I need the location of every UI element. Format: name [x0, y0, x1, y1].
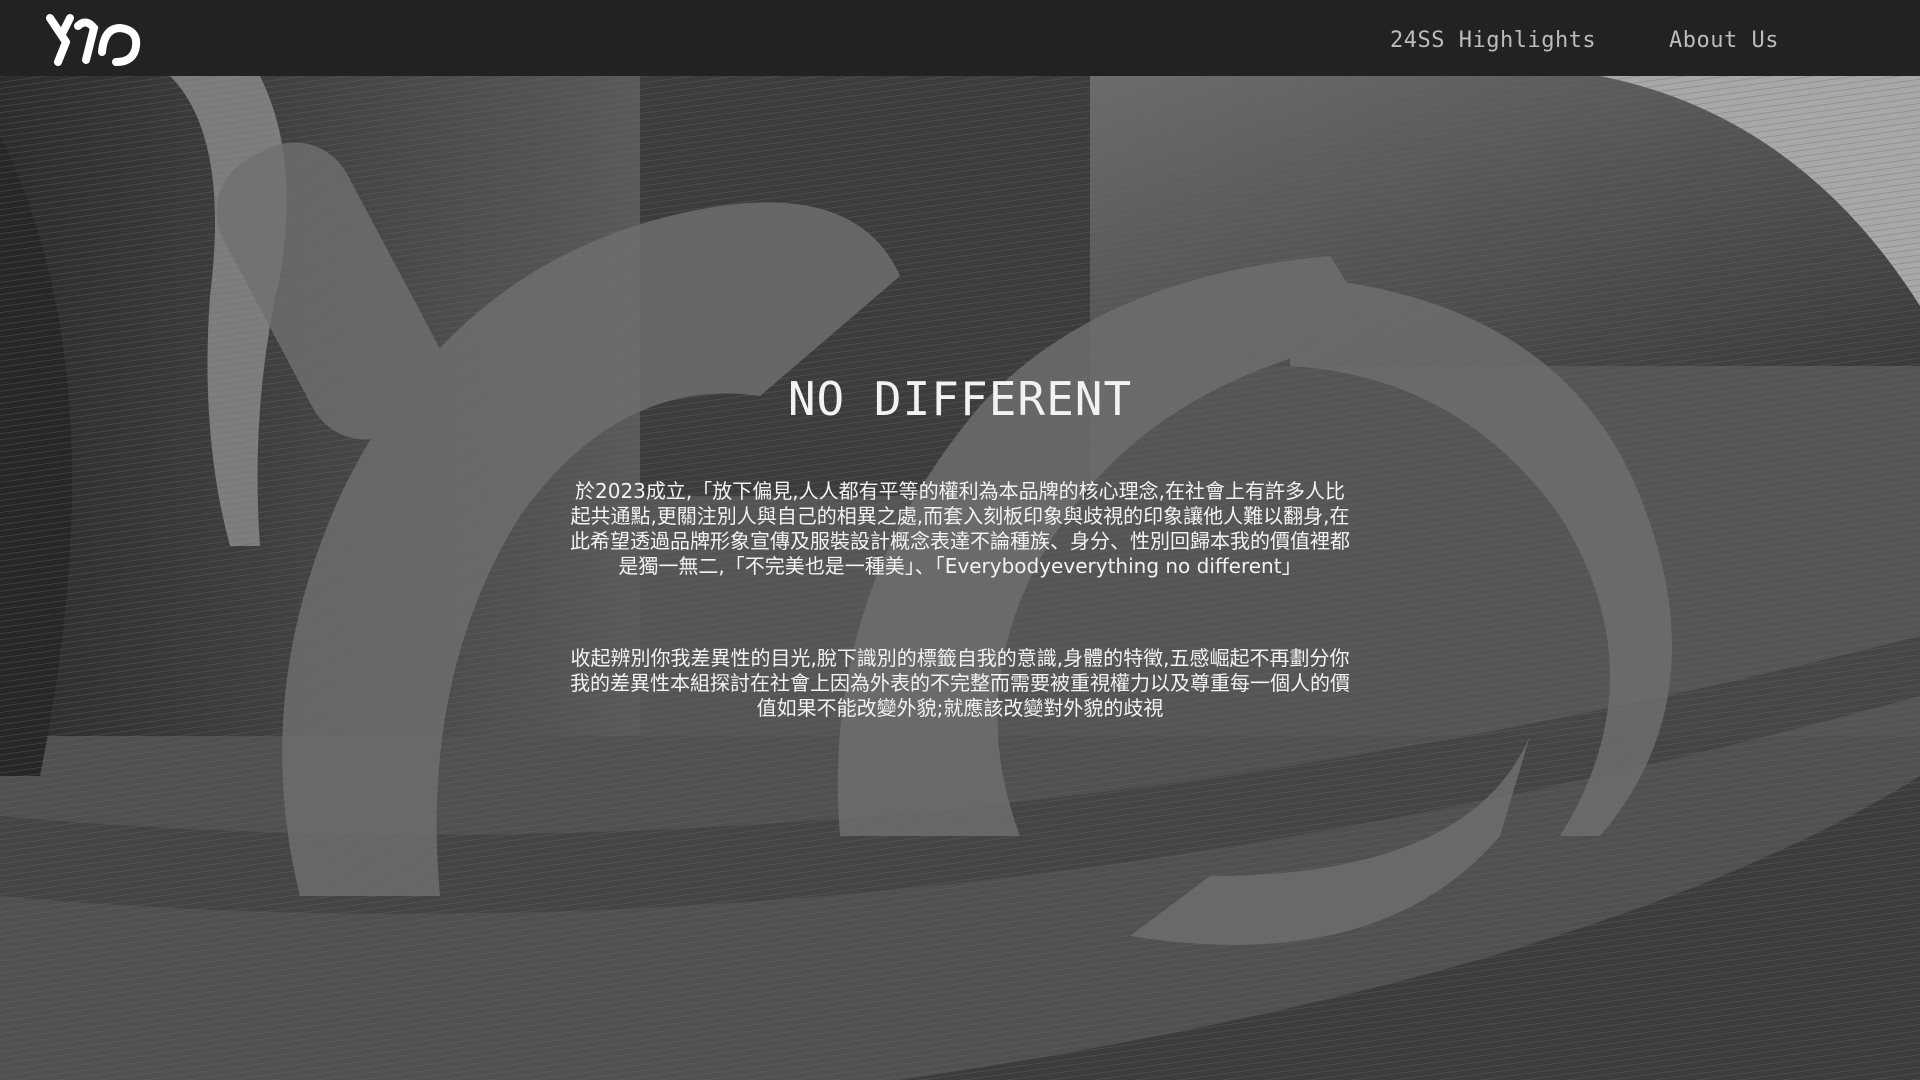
page-title: NO DIFFERENT: [787, 372, 1133, 426]
top-navbar: 24SS Highlights About Us: [0, 0, 1920, 76]
intro-paragraph: 於2023成立,「放下偏見,人人都有平等的權利為本品牌的核心理念,在社會上有許多…: [570, 479, 1350, 578]
hero-content: NO DIFFERENT 於2023成立,「放下偏見,人人都有平等的權利為本品牌…: [0, 76, 1920, 1080]
concept-paragraph: 收起辨別你我差異性的目光,脫下識別的標籤自我的意識,身體的特徵,五感崛起不再劃分…: [570, 646, 1350, 720]
nav-link-24ss-highlights[interactable]: 24SS Highlights: [1390, 28, 1596, 53]
brand-logo[interactable]: [46, 12, 146, 66]
nav-link-about-us[interactable]: About Us: [1669, 28, 1779, 53]
